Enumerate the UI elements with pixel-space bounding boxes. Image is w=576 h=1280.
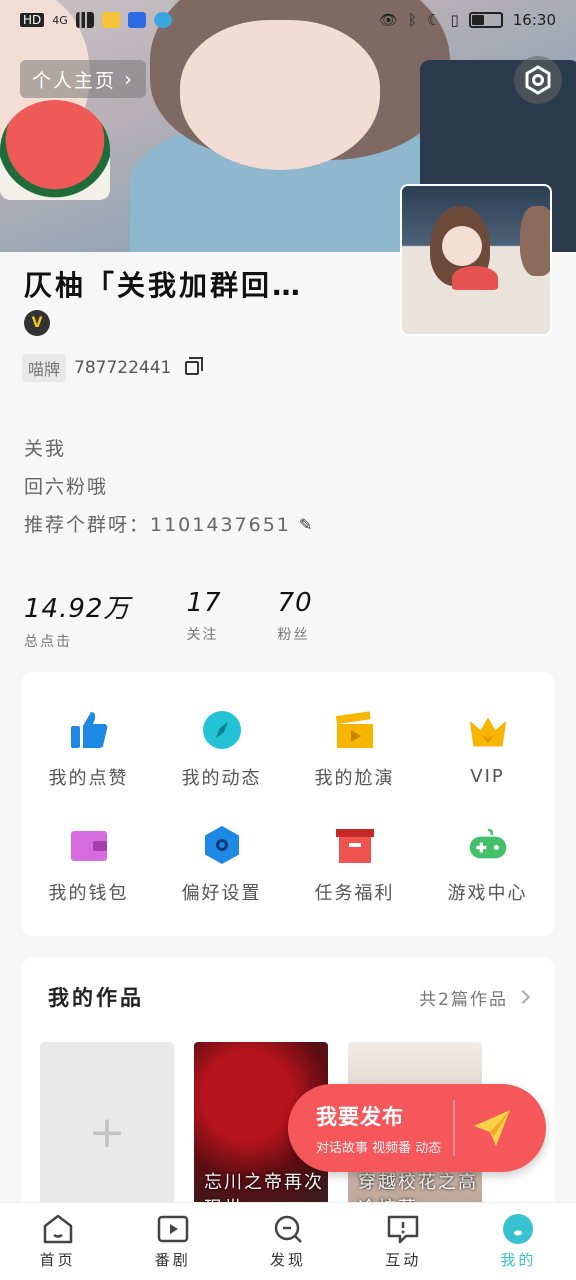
grid-item-label: 我的点赞 xyxy=(48,767,129,789)
nav-mine[interactable]: 我的 xyxy=(461,1203,576,1280)
eye-icon: 👁 xyxy=(378,11,399,29)
signal-icon xyxy=(75,12,94,28)
settings-icon xyxy=(525,65,551,95)
bio-line: 关我 xyxy=(24,438,67,460)
hexagon-settings-icon xyxy=(204,825,239,864)
network-badge: 4G xyxy=(52,13,68,27)
chevron-right-icon xyxy=(515,989,531,1005)
bluetooth-icon: ᛒ xyxy=(408,11,418,29)
nav-anime[interactable]: 番剧 xyxy=(115,1203,230,1280)
moon-icon: ☾ xyxy=(427,11,441,29)
gift-box-icon xyxy=(335,828,374,863)
user-id: 787722441 xyxy=(74,358,172,378)
gamepad-icon xyxy=(469,828,506,858)
clapperboard-icon xyxy=(335,710,373,748)
publish-button[interactable]: 我要发布 对话故事 视频番 动态 xyxy=(288,1084,546,1172)
stat-value: 17 xyxy=(186,588,222,618)
search-icon xyxy=(274,1215,302,1243)
avatar[interactable] xyxy=(400,184,552,336)
stat-value: 14.92万 xyxy=(24,594,131,624)
nav-label: 我的 xyxy=(500,1251,537,1269)
stats: 14.92万 总点击 17 关注 70 粉丝 xyxy=(24,588,369,651)
grid-item-acting[interactable]: 我的尬演 xyxy=(288,692,421,807)
profile-icon xyxy=(503,1214,534,1244)
feature-grid: 我的点赞 我的动态 我的尬演 VIP 我的钱包 偏好设置 任务福利 游戏中心 xyxy=(22,672,554,936)
publish-title: 我要发布 xyxy=(316,1104,404,1129)
works-title: 我的作品 xyxy=(48,986,144,1010)
wallet-icon xyxy=(70,830,107,861)
chat-icon xyxy=(387,1215,419,1244)
vibrate-icon: ▯ xyxy=(450,11,459,29)
status-bar: HD 4G 👁 ᛒ ☾ ▯ 16:30 xyxy=(0,0,576,40)
grid-item-likes[interactable]: 我的点赞 xyxy=(22,692,155,807)
edit-icon[interactable]: ✎ xyxy=(299,506,314,544)
works-count-label: 共2篇作品 xyxy=(419,989,508,1010)
grid-item-games[interactable]: 游戏中心 xyxy=(421,807,554,922)
profile-home-label: 个人主页 xyxy=(32,69,117,92)
crown-icon xyxy=(469,717,506,747)
grid-item-preferences[interactable]: 偏好设置 xyxy=(155,807,288,922)
id-row: 喵牌 787722441 xyxy=(22,354,204,382)
publish-subtitle: 对话故事 视频番 动态 xyxy=(316,1140,442,1156)
clock: 16:30 xyxy=(512,11,556,29)
stat-label: 粉丝 xyxy=(277,627,310,643)
stat-following[interactable]: 17 关注 xyxy=(186,588,221,651)
nav-home[interactable]: 首页 xyxy=(0,1203,115,1280)
nav-label: 互动 xyxy=(385,1251,422,1269)
plus-icon: + xyxy=(88,1106,126,1158)
bio: 关我 回六粉哦 推荐个群呀：1101437651 ✎ xyxy=(24,430,314,544)
nav-label: 番剧 xyxy=(154,1251,191,1269)
hd-badge: HD xyxy=(20,13,45,27)
grid-item-wallet[interactable]: 我的钱包 xyxy=(22,807,155,922)
grid-item-label: 我的动态 xyxy=(181,767,262,789)
stat-label: 总点击 xyxy=(24,634,72,650)
compass-icon xyxy=(202,710,241,749)
grid-item-label: 我的尬演 xyxy=(314,767,395,789)
works-count-link[interactable]: 共2篇作品 xyxy=(419,985,531,1010)
add-work-button[interactable]: + xyxy=(40,1042,174,1218)
grid-item-label: 游戏中心 xyxy=(447,882,528,904)
grid-item-label: 偏好设置 xyxy=(181,882,262,904)
play-icon xyxy=(157,1215,189,1243)
stat-value: 70 xyxy=(277,588,313,618)
nav-discover[interactable]: 发现 xyxy=(230,1203,345,1280)
app-notification-icon xyxy=(101,12,120,28)
app-notification-icon xyxy=(127,12,146,28)
app-notification-icon xyxy=(153,12,172,28)
nav-interact[interactable]: 互动 xyxy=(346,1203,461,1280)
grid-item-tasks[interactable]: 任务福利 xyxy=(288,807,421,922)
nav-label: 首页 xyxy=(39,1251,76,1269)
bio-line: 推荐个群呀：1101437651 xyxy=(24,514,291,536)
grid-item-label: VIP xyxy=(470,766,505,787)
stat-label: 关注 xyxy=(186,627,219,643)
nav-label: 发现 xyxy=(270,1251,307,1269)
vip-crown-badge: V xyxy=(24,310,50,336)
bottom-nav: 首页 番剧 发现 互动 我的 xyxy=(0,1202,576,1280)
chevron-right-icon: › xyxy=(124,67,135,91)
grid-item-label: 任务福利 xyxy=(314,882,395,904)
grid-item-vip[interactable]: VIP xyxy=(421,692,554,807)
profile-home-link[interactable]: 个人主页 › xyxy=(20,60,147,98)
stat-clicks[interactable]: 14.92万 总点击 xyxy=(24,588,130,651)
grid-item-moments[interactable]: 我的动态 xyxy=(155,692,288,807)
profile-name: 仄柚「关我加群回… xyxy=(24,269,304,302)
home-icon xyxy=(43,1214,72,1244)
battery-icon xyxy=(468,12,503,28)
send-icon xyxy=(467,1103,517,1153)
copy-icon[interactable] xyxy=(185,357,204,375)
id-tag: 喵牌 xyxy=(22,354,67,382)
thumbs-up-icon xyxy=(70,711,107,748)
stat-followers[interactable]: 70 粉丝 xyxy=(278,588,313,651)
grid-item-label: 我的钱包 xyxy=(48,882,129,904)
bio-line: 回六粉哦 xyxy=(24,476,109,498)
settings-button[interactable] xyxy=(514,56,562,104)
